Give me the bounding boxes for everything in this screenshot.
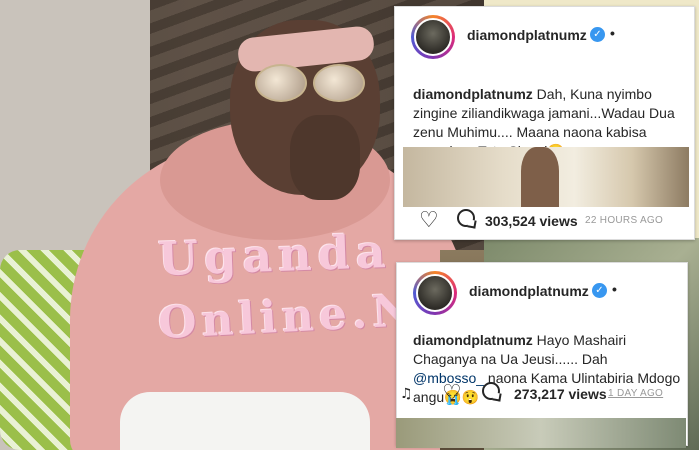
music-icon: ♫ — [400, 386, 413, 402]
post-actions: ♡ 303,524 views 22 HOURS AGO — [395, 205, 694, 239]
post-actions: ♫ ♡ 273,217 views 1 DAY AGO — [396, 378, 686, 418]
instagram-post-1: diamondplatnumz ✓ • diamondplatnumz Dah,… — [394, 6, 695, 240]
caption-username[interactable]: diamondplatnumz — [413, 332, 533, 348]
verified-badge-icon: ✓ — [592, 283, 607, 298]
more-dot-icon: • — [612, 281, 617, 297]
post-header: diamondplatnumz ✓ • — [395, 7, 694, 63]
verified-badge-icon: ✓ — [590, 27, 605, 42]
photo-hand — [290, 115, 360, 200]
video-figure — [521, 147, 559, 207]
timestamp[interactable]: 22 HOURS AGO — [585, 215, 663, 226]
heart-icon[interactable]: ♡ — [442, 382, 462, 406]
views-count: 303,524 views — [485, 213, 578, 229]
more-dot-icon: • — [610, 25, 615, 41]
background-water — [396, 418, 686, 448]
video-thumbnail[interactable] — [403, 147, 689, 207]
post-username[interactable]: diamondplatnumz — [467, 27, 587, 43]
timestamp[interactable]: 1 DAY AGO — [608, 388, 663, 399]
caption-username[interactable]: diamondplatnumz — [413, 86, 533, 102]
post-header: diamondplatnumz ✓ • — [397, 263, 687, 319]
views-count: 273,217 views — [514, 386, 607, 402]
watermark-line1: Uganda — [157, 223, 393, 287]
photo-pants — [120, 392, 370, 450]
heart-icon[interactable]: ♡ — [419, 209, 439, 233]
profile-avatar[interactable] — [413, 271, 457, 315]
comment-icon[interactable] — [457, 209, 475, 233]
profile-avatar[interactable] — [411, 15, 455, 59]
comment-icon[interactable] — [482, 382, 500, 406]
photo-sunglasses — [255, 64, 365, 102]
post-username[interactable]: diamondplatnumz — [469, 283, 589, 299]
